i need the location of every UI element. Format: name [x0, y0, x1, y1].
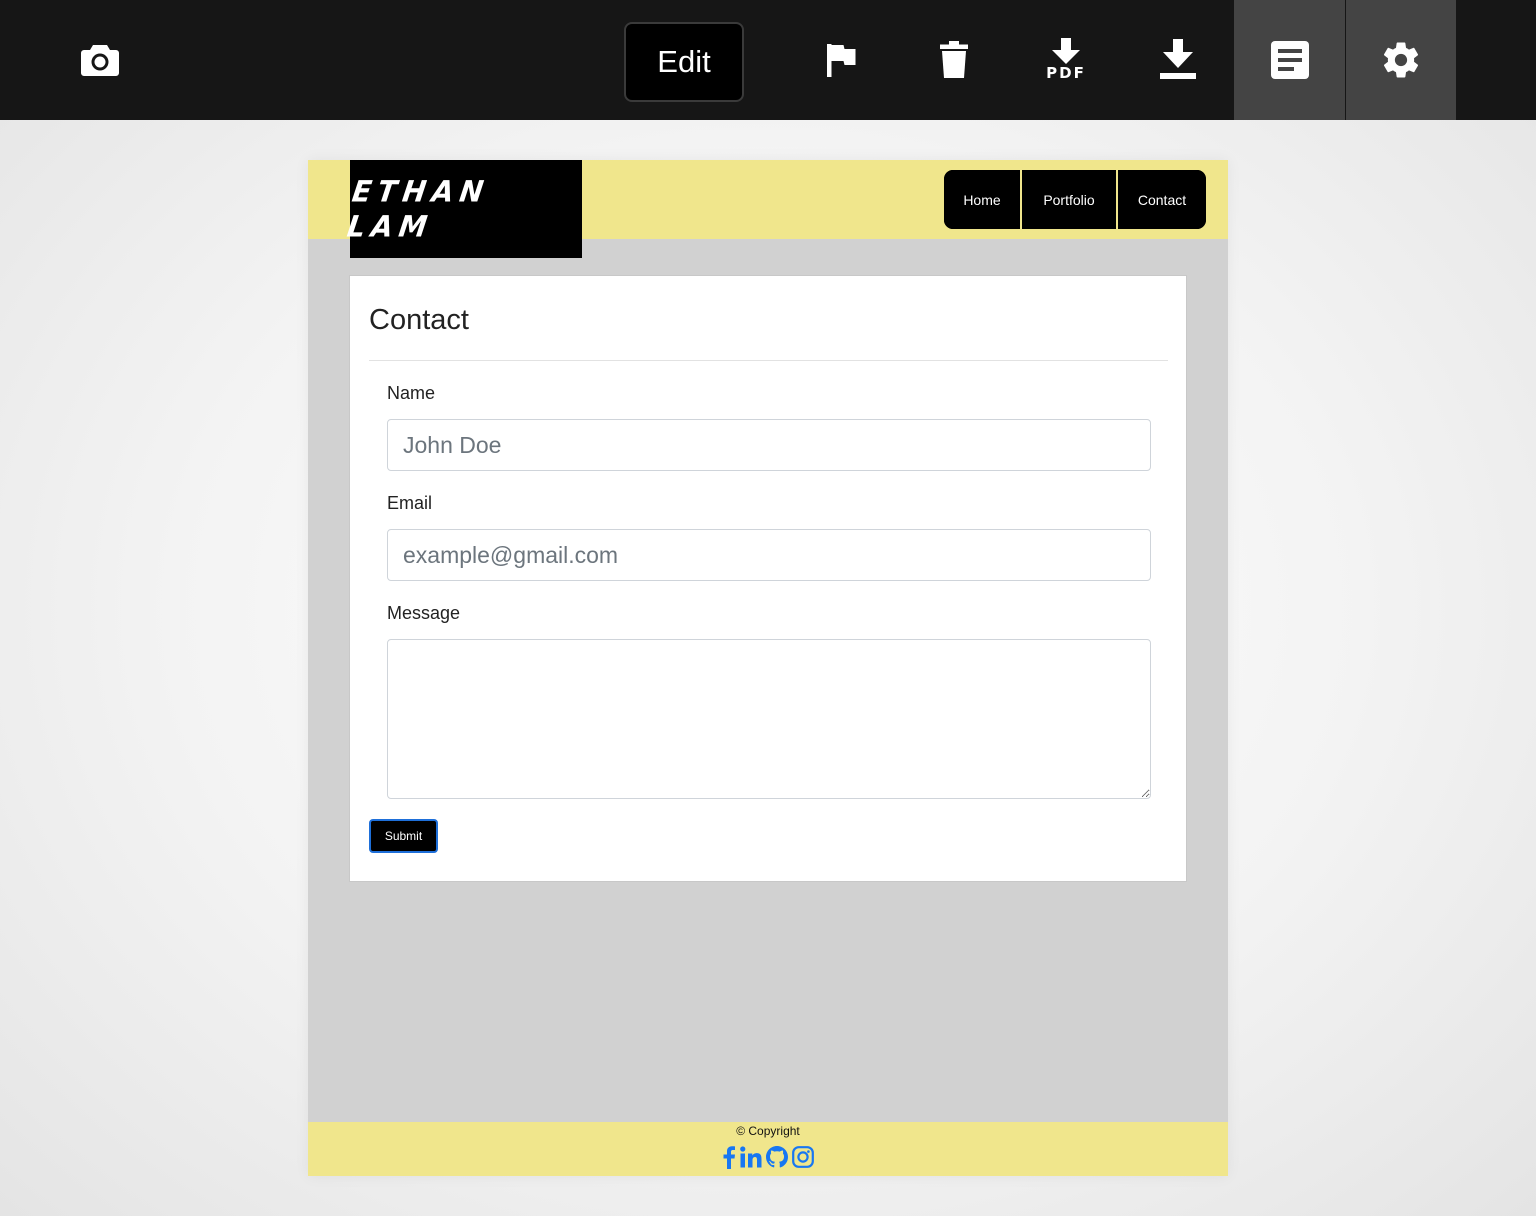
submit-button[interactable]: Submit	[369, 819, 438, 853]
download-button[interactable]	[1138, 0, 1218, 120]
site-footer: © Copyright	[308, 1122, 1228, 1176]
github-link[interactable]	[766, 1144, 788, 1170]
linkedin-icon	[740, 1146, 762, 1168]
delete-button[interactable]	[914, 0, 994, 120]
email-field[interactable]	[387, 529, 1151, 581]
instagram-icon	[792, 1146, 814, 1168]
name-field[interactable]	[387, 419, 1151, 471]
instagram-link[interactable]	[792, 1144, 814, 1170]
nav-contact-link[interactable]: Contact	[1118, 170, 1206, 229]
email-label: Email	[387, 493, 433, 513]
nav-portfolio-link[interactable]: Portfolio	[1022, 170, 1118, 229]
gear-icon	[1383, 42, 1419, 78]
name-label: Name	[387, 383, 436, 403]
logo-text: ETHAN LAM	[345, 174, 492, 244]
pdf-label: PDF	[1046, 64, 1086, 82]
facebook-link[interactable]	[722, 1144, 736, 1170]
flag-icon	[827, 44, 856, 77]
document-button[interactable]	[1234, 0, 1345, 120]
social-links	[308, 1144, 1228, 1170]
pdf-download-icon	[1052, 38, 1080, 64]
site-logo[interactable]: ETHAN LAM	[345, 160, 582, 258]
download-pdf-button[interactable]: PDF	[1026, 0, 1106, 120]
edit-button[interactable]: Edit	[624, 22, 744, 102]
settings-button[interactable]	[1346, 0, 1456, 120]
message-label: Message	[387, 603, 461, 623]
copyright-text: © Copyright	[736, 1124, 800, 1138]
title-divider	[369, 360, 1168, 361]
site-preview: ETHAN LAM Home Portfolio Contact Contact…	[308, 160, 1228, 1176]
github-icon	[766, 1146, 788, 1168]
site-nav: Home Portfolio Contact	[944, 170, 1206, 229]
page-title: Contact	[369, 304, 469, 336]
flag-button[interactable]	[800, 0, 882, 120]
nav-home-link[interactable]: Home	[944, 170, 1022, 229]
site-header: ETHAN LAM Home Portfolio Contact	[308, 160, 1228, 258]
download-icon	[1160, 39, 1196, 79]
camera-icon	[81, 45, 119, 76]
editor-toolbar: Edit PDF	[0, 0, 1536, 120]
contact-card: Contact Name Email Message Submit	[349, 275, 1187, 882]
trash-icon	[940, 41, 968, 78]
facebook-icon	[723, 1146, 735, 1169]
linkedin-link[interactable]	[740, 1144, 762, 1170]
screenshot-button[interactable]	[60, 0, 140, 120]
message-field[interactable]	[387, 639, 1151, 799]
document-icon	[1270, 41, 1309, 79]
